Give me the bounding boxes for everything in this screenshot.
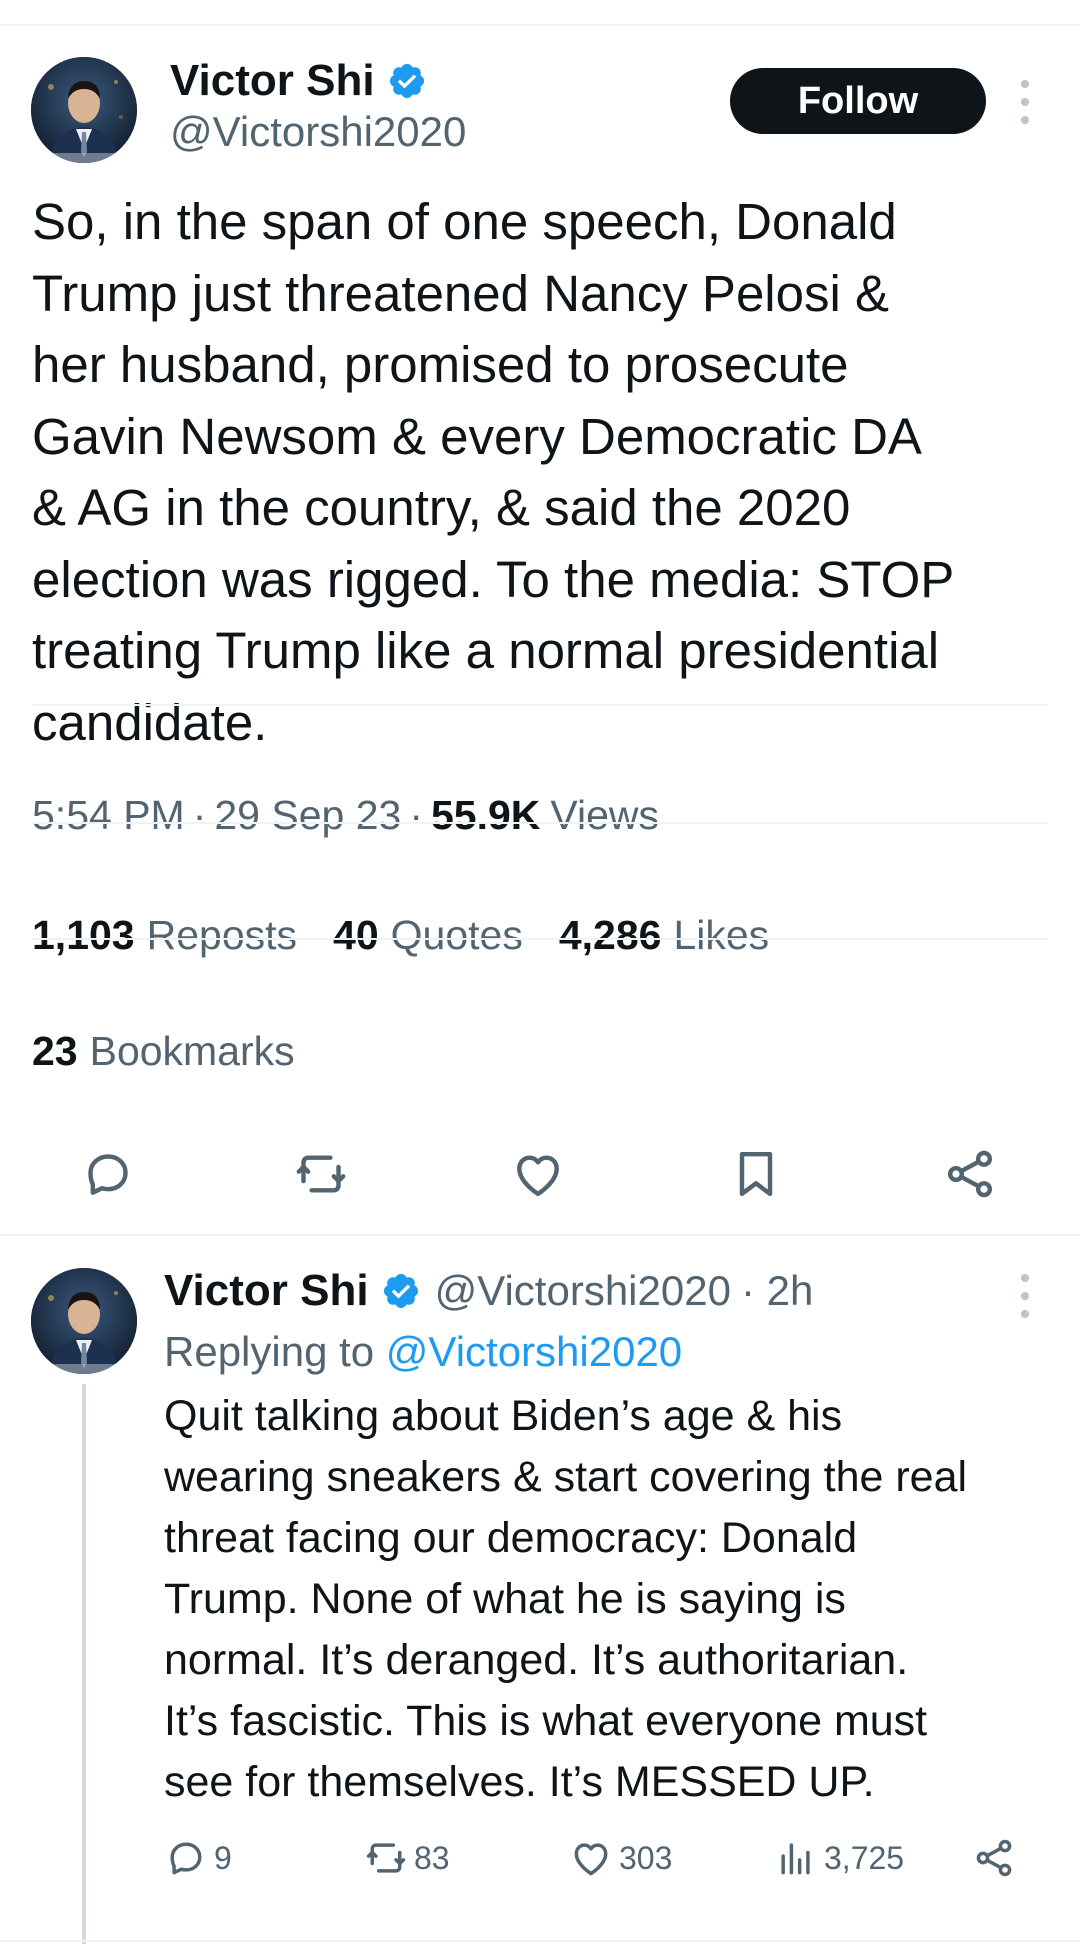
reply-icon — [170, 1842, 202, 1875]
author-name-row[interactable]: Victor Shi — [170, 56, 427, 106]
views-label: Views — [550, 792, 660, 838]
share-icon — [976, 1839, 1012, 1877]
reposts-count: 1,103 — [32, 912, 135, 958]
replying-mention-link[interactable]: @Victorshi2020 — [386, 1328, 682, 1375]
views-icon — [781, 1843, 810, 1875]
engagement-stats: 1,103 Reposts 40 Quotes 4,286 Likes — [32, 912, 805, 959]
tweet-metadata: 5:54 PM · 29 Sep 23 · 55.9K Views — [32, 792, 659, 839]
divider — [32, 822, 1048, 824]
reply-actions: 9 83 303 3,725 — [164, 1836, 1044, 1896]
more-options-icon[interactable] — [1015, 1274, 1035, 1318]
main-tweet: Victor Shi @Victorshi2020 Follow So, in … — [0, 26, 1080, 1234]
reply-author-row: Victor Shi @Victorshi2020 · 2h — [164, 1266, 813, 1316]
tweet-time[interactable]: 5:54 PM — [32, 792, 185, 839]
reply-like-button[interactable]: 303 — [569, 1836, 672, 1880]
like-icon — [574, 1843, 608, 1876]
reply-icon[interactable] — [80, 1146, 136, 1202]
reply-views-button[interactable]: 3,725 — [774, 1836, 904, 1880]
bottom-divider — [0, 1940, 1080, 1942]
divider — [32, 704, 1048, 706]
tweet-date[interactable]: 29 Sep 23 — [214, 792, 401, 839]
verified-badge-icon — [387, 61, 427, 101]
bookmark-icon[interactable] — [728, 1146, 784, 1202]
meta-separator: · — [192, 792, 207, 838]
more-options-icon[interactable] — [1015, 80, 1035, 124]
reply-reply-button[interactable]: 9 — [164, 1836, 232, 1880]
views-count: 3,725 — [824, 1839, 905, 1876]
likes-stat[interactable]: 4,286 Likes — [559, 912, 769, 959]
repost-icon[interactable] — [293, 1146, 349, 1202]
author-handle[interactable]: @Victorshi2020 — [170, 108, 466, 156]
reply-repost-button[interactable]: 83 — [364, 1836, 450, 1880]
tweet-text: So, in the span of one speech, Donald Tr… — [32, 193, 955, 751]
share-icon[interactable] — [942, 1146, 998, 1202]
bookmarks-label: Bookmarks — [89, 1028, 295, 1074]
reply-count: 9 — [214, 1839, 232, 1876]
quotes-label: Quotes — [390, 912, 523, 958]
quotes-stat[interactable]: 40 Quotes — [333, 912, 523, 959]
divider — [32, 938, 1048, 940]
repost-count: 83 — [414, 1839, 450, 1876]
bookmarks-stat[interactable]: 23 Bookmarks — [32, 1028, 295, 1075]
reply-author-display-name[interactable]: Victor Shi — [164, 1266, 369, 1316]
replying-prefix: Replying to — [164, 1328, 375, 1375]
follow-button[interactable]: Follow — [730, 68, 986, 134]
views-count: 55.9K — [430, 792, 541, 838]
like-count: 303 — [619, 1839, 673, 1876]
repost-icon — [366, 1843, 406, 1873]
replying-to: Replying to @Victorshi2020 — [164, 1328, 682, 1376]
author-display-name[interactable]: Victor Shi — [170, 56, 375, 106]
avatar[interactable] — [31, 1268, 137, 1374]
avatar[interactable] — [31, 57, 137, 163]
meta-separator: · — [409, 792, 423, 838]
like-icon[interactable] — [510, 1146, 566, 1202]
reposts-stat[interactable]: 1,103 Reposts — [32, 912, 297, 959]
reposts-label: Reposts — [146, 912, 298, 958]
thread-line — [82, 1384, 86, 1944]
reply-author-handle[interactable]: @Victorshi2020 — [435, 1267, 731, 1315]
quotes-count: 40 — [333, 912, 379, 958]
verified-badge-icon — [381, 1271, 421, 1311]
bookmarks-count: 23 — [32, 1028, 78, 1074]
reply-share-button[interactable] — [972, 1836, 1022, 1880]
likes-count: 4,286 — [558, 912, 662, 958]
likes-label: Likes — [673, 912, 770, 958]
reply-text: Quit talking about Biden’s age & his wea… — [164, 1392, 968, 1806]
reply-tweet[interactable]: Victor Shi @Victorshi2020 · 2h Replying … — [0, 1236, 1080, 1949]
reply-time[interactable]: · 2h — [741, 1267, 813, 1315]
